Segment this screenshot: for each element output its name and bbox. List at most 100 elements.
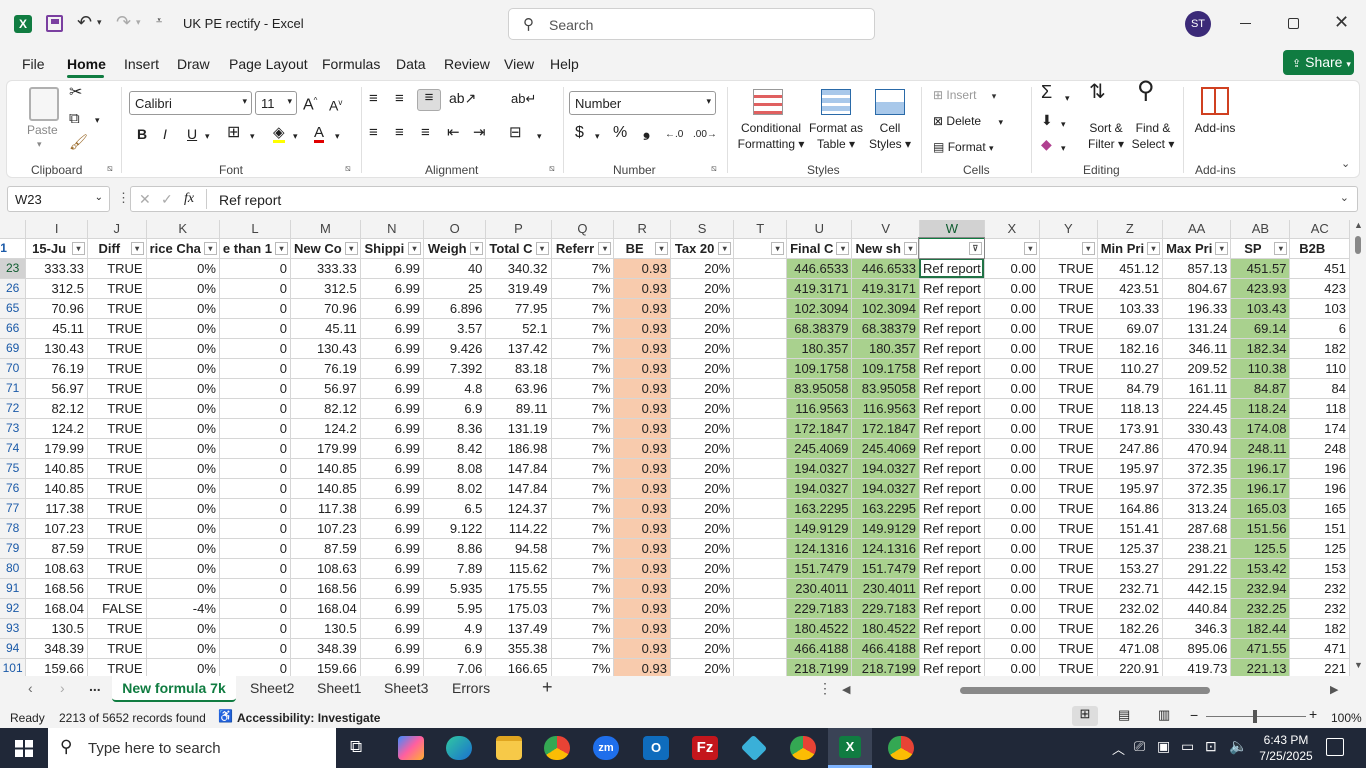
cell[interactable]: 174.08 [1230,418,1291,439]
cell[interactable]: 69.14 [1230,318,1291,339]
cell[interactable]: 168.04 [290,598,361,619]
cell[interactable]: 0 [219,458,292,479]
cell[interactable]: 6 [1289,318,1350,339]
cell[interactable]: 0 [219,558,292,579]
cell[interactable]: 0.93 [613,478,671,499]
cell[interactable]: 108.63 [25,558,88,579]
cell[interactable]: Ref report [919,518,985,539]
app-icon[interactable] [740,734,768,762]
row-header[interactable]: 23 [0,258,27,279]
tab-split-handle-icon[interactable]: ⋮ [818,680,832,697]
row-header[interactable]: 77 [0,498,27,519]
cell[interactable]: 8.42 [423,438,487,459]
cell[interactable]: 76.19 [290,358,361,379]
cell[interactable]: 0% [146,398,220,419]
cell[interactable]: 0 [219,398,292,419]
cell[interactable]: 0% [146,318,220,339]
cell[interactable]: 140.85 [290,478,361,499]
cell[interactable]: 857.13 [1162,258,1232,279]
add-ins-icon[interactable] [1201,87,1229,115]
cell[interactable]: 7.06 [423,658,487,676]
cell[interactable]: 423 [1289,278,1350,299]
column-header[interactable]: AB [1230,220,1291,239]
format-as-table-label-2[interactable]: Table ▾ [805,137,867,152]
cell[interactable]: 40 [423,258,487,279]
cell[interactable]: 245.4069 [786,438,853,459]
cell[interactable]: 45.11 [25,318,88,339]
cell[interactable]: 0.93 [613,418,671,439]
cell[interactable]: 0% [146,298,220,319]
cell[interactable]: 52.1 [485,318,552,339]
cell[interactable]: 8.86 [423,538,487,559]
cell[interactable]: 0% [146,578,220,599]
cell[interactable]: 102.3094 [851,298,920,319]
cell[interactable]: 147.84 [485,478,552,499]
cell[interactable]: 107.23 [25,518,88,539]
cell[interactable]: 238.21 [1162,538,1232,559]
cell[interactable]: 6.99 [360,478,425,499]
header-cell[interactable]: ⊽ [918,237,986,259]
cell[interactable]: 107.23 [290,518,361,539]
number-launcher-icon[interactable]: ⧅ [711,163,717,174]
cell[interactable]: 4.9 [423,618,487,639]
font-name-select[interactable]: Calibri ▾ [129,91,252,115]
cell[interactable]: 7% [551,538,615,559]
merge-dropdown-icon[interactable]: ▾ [537,129,542,144]
column-header[interactable]: K [146,220,220,239]
cell[interactable]: 333.33 [25,258,88,279]
cell[interactable]: TRUE [1039,418,1098,439]
cell[interactable]: 804.67 [1162,278,1232,299]
filter-active-icon[interactable]: ⊽ [968,242,982,255]
cell[interactable]: 471 [1289,638,1350,659]
cell[interactable]: 125 [1289,538,1350,559]
cell[interactable]: TRUE [87,558,147,579]
cell[interactable] [733,658,788,676]
filezilla-icon[interactable]: Fz [692,736,718,760]
cell[interactable]: 232 [1289,578,1350,599]
cell[interactable]: 3.57 [423,318,487,339]
column-header[interactable]: Y [1039,220,1098,239]
cell[interactable] [733,558,788,579]
filter-dropdown-icon[interactable]: ▾ [71,241,85,255]
cell[interactable]: 118 [1289,398,1350,419]
cell[interactable]: 6.99 [360,538,425,559]
format-painter-icon[interactable]: 🖌 [69,135,88,150]
cell[interactable]: 6.99 [360,598,425,619]
cell[interactable] [733,358,788,379]
cell[interactable]: 6.99 [360,298,425,319]
cell[interactable]: 446.6533 [851,258,920,279]
fill-icon[interactable]: ⬇ [1041,113,1053,128]
cell[interactable]: 9.122 [423,518,487,539]
cell[interactable]: TRUE [87,338,147,359]
notification-icon[interactable] [1326,738,1344,756]
cell[interactable]: Ref report [919,498,985,519]
font-launcher-icon[interactable]: ⧅ [345,163,351,174]
filter-dropdown-icon[interactable]: ▾ [718,241,732,255]
cell[interactable]: 20% [670,498,735,519]
cell[interactable]: 6.99 [360,498,425,519]
cell[interactable]: Ref report [919,478,985,499]
cell[interactable]: 20% [670,658,735,676]
cell[interactable]: 230.4011 [851,578,920,599]
show-hidden-icons-icon[interactable]: ︿ [1112,739,1125,758]
cell[interactable]: 20% [670,478,735,499]
cell[interactable]: 8.02 [423,478,487,499]
cell[interactable]: 6.99 [360,358,425,379]
cell[interactable]: 182.34 [1230,338,1291,359]
cell[interactable]: 20% [670,278,735,299]
cell[interactable]: 108.63 [290,558,361,579]
cell[interactable]: Ref report [919,598,985,619]
fill-color-dropdown-icon[interactable]: ▾ [293,129,298,144]
column-header[interactable]: Q [551,220,615,239]
enter-icon[interactable]: ✓ [161,191,173,208]
cell[interactable]: 180.4522 [851,618,920,639]
cell[interactable]: 0 [219,298,292,319]
cell[interactable]: Ref report [919,278,985,299]
cell[interactable]: 195.97 [1097,458,1164,479]
filter-dropdown-icon[interactable]: ▾ [1147,241,1161,255]
cell[interactable]: 7% [551,338,615,359]
tab-draw[interactable]: Draw [177,56,210,72]
row-header[interactable]: 66 [0,318,27,339]
scroll-right-icon[interactable]: ▶ [1330,683,1338,696]
decrease-font-icon[interactable]: Av [329,95,342,114]
